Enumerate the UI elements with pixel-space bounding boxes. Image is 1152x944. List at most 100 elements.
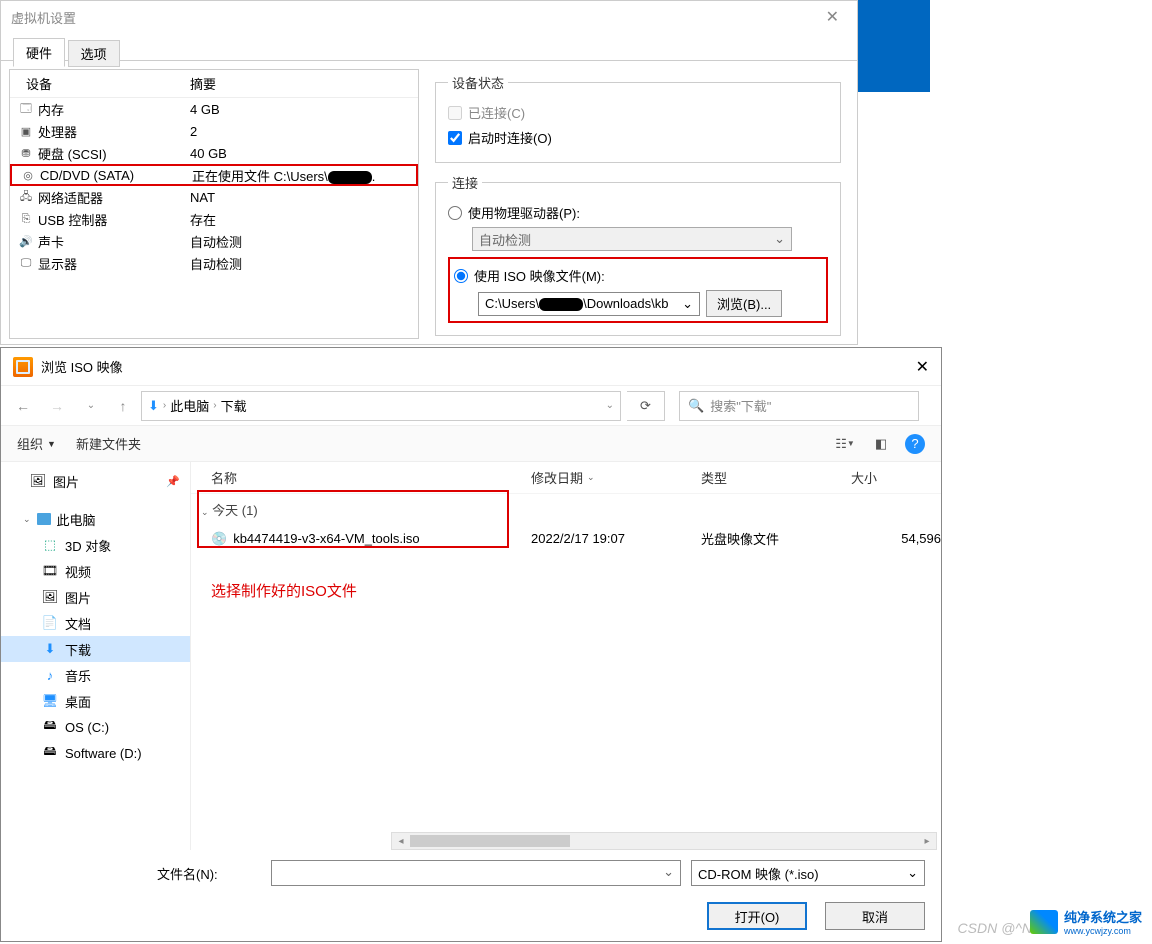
connection-group: 连接 使用物理驱动器(P): 自动检测 ⌄ 使用 ISO 映像文件(M): bbox=[435, 173, 841, 336]
scroll-left-icon[interactable]: ◂ bbox=[392, 833, 410, 849]
col-name[interactable]: 名称 bbox=[211, 468, 531, 487]
memory-icon: 🗔 bbox=[18, 101, 34, 117]
status-legend: 设备状态 bbox=[448, 73, 508, 92]
preview-pane-icon[interactable]: ◧ bbox=[869, 434, 893, 454]
col-type[interactable]: 类型 bbox=[701, 468, 851, 487]
physical-drive-select: 自动检测 ⌄ bbox=[472, 227, 792, 251]
nav-bar: ← → ⌄ ↑ ⬇ › 此电脑 › 下载 ⌄ ⟳ 🔍 搜索"下载" bbox=[1, 386, 941, 426]
col-size[interactable]: 大小 bbox=[851, 468, 941, 487]
device-row-cpu[interactable]: ▣处理器 2 bbox=[10, 120, 418, 142]
drive-icon: 🖴 bbox=[41, 745, 59, 761]
back-icon[interactable]: ← bbox=[9, 392, 37, 420]
device-status-group: 设备状态 已连接(C) 启动时连接(O) bbox=[435, 73, 841, 163]
display-icon: 🖵 bbox=[18, 255, 34, 271]
tree-documents[interactable]: 📄文档 bbox=[1, 610, 190, 636]
scrollbar-thumb[interactable] bbox=[410, 835, 570, 847]
download-folder-icon: ⬇ bbox=[148, 398, 159, 414]
brand-name: 纯净系统之家 bbox=[1064, 910, 1142, 925]
view-mode-icon[interactable]: ☷ ▼ bbox=[833, 434, 857, 454]
breadcrumb[interactable]: ⬇ › 此电脑 › 下载 ⌄ bbox=[141, 391, 621, 421]
col-modified[interactable]: 修改日期 ⌄ bbox=[531, 468, 701, 487]
tabs: 硬件 选项 bbox=[1, 33, 857, 61]
device-list: 设备 摘要 🗔内存 4 GB ▣处理器 2 ⛃硬盘 (SCSI) 40 GB ◎… bbox=[9, 69, 419, 339]
browse-title: 浏览 ISO 映像 bbox=[41, 357, 123, 376]
horizontal-scrollbar[interactable]: ◂ ▸ bbox=[391, 832, 937, 850]
refresh-button[interactable]: ⟳ bbox=[627, 391, 665, 421]
connect-on-power-row[interactable]: 启动时连接(O) bbox=[448, 125, 828, 150]
connection-legend: 连接 bbox=[448, 173, 482, 192]
search-input[interactable]: 🔍 搜索"下载" bbox=[679, 391, 919, 421]
breadcrumb-downloads[interactable]: 下载 bbox=[221, 396, 247, 415]
expand-icon[interactable]: ⌄ bbox=[23, 514, 31, 525]
pictures-icon: 🖼 bbox=[29, 473, 47, 489]
tree-pictures-quick[interactable]: 🖼图片📌 bbox=[1, 468, 190, 494]
settings-title: 虚拟机设置 bbox=[11, 8, 76, 27]
device-details: 设备状态 已连接(C) 启动时连接(O) 连接 使用物理驱动器(P): 自动检测 bbox=[427, 69, 849, 350]
connected-checkbox-row[interactable]: 已连接(C) bbox=[448, 100, 828, 125]
network-icon: 🖧 bbox=[18, 189, 34, 205]
drive-icon: 🖴 bbox=[41, 719, 59, 735]
tree-downloads[interactable]: ⬇下载 bbox=[1, 636, 190, 662]
browse-body: 🖼图片📌 ⌄此电脑 ⬚3D 对象 🎞视频 🖼图片 📄文档 ⬇下载 ♪音乐 🖥桌面… bbox=[1, 462, 941, 850]
dialog-buttons: 打开(O) 取消 bbox=[1, 896, 941, 944]
use-iso-radio-row[interactable]: 使用 ISO 映像文件(M): bbox=[454, 263, 822, 288]
tree-desktop[interactable]: 🖥桌面 bbox=[1, 688, 190, 714]
close-icon[interactable]: ✕ bbox=[916, 357, 929, 377]
chevron-right-icon[interactable]: › bbox=[163, 400, 166, 411]
tree-pictures[interactable]: 🖼图片 bbox=[1, 584, 190, 610]
cpu-icon: ▣ bbox=[18, 123, 34, 139]
filename-input[interactable] bbox=[271, 860, 681, 886]
device-row-network[interactable]: 🖧网络适配器 NAT bbox=[10, 186, 418, 208]
browse-title-bar: 浏览 ISO 映像 ✕ bbox=[1, 348, 941, 386]
sound-icon: 🔊 bbox=[18, 233, 34, 249]
device-row-sound[interactable]: 🔊声卡 自动检测 bbox=[10, 230, 418, 252]
vmware-icon bbox=[13, 357, 33, 377]
tree-software-d[interactable]: 🖴Software (D:) bbox=[1, 740, 190, 766]
use-physical-radio[interactable] bbox=[448, 206, 462, 220]
tree-music[interactable]: ♪音乐 bbox=[1, 662, 190, 688]
tab-options[interactable]: 选项 bbox=[68, 40, 120, 67]
chevron-down-icon[interactable]: ⌄ bbox=[606, 400, 614, 411]
tab-hardware[interactable]: 硬件 bbox=[13, 38, 65, 67]
tree-3d-objects[interactable]: ⬚3D 对象 bbox=[1, 532, 190, 558]
connect-on-power-checkbox[interactable] bbox=[448, 131, 462, 145]
file-list-area: 名称 修改日期 ⌄ 类型 大小 ⌄ 今天 (1) 💿kb4474419-v3-x… bbox=[191, 462, 941, 850]
search-icon: 🔍 bbox=[688, 398, 704, 414]
device-row-display[interactable]: 🖵显示器 自动检测 bbox=[10, 252, 418, 274]
cancel-button[interactable]: 取消 bbox=[825, 902, 925, 930]
documents-icon: 📄 bbox=[41, 615, 59, 631]
connected-checkbox bbox=[448, 106, 462, 120]
help-icon[interactable]: ? bbox=[905, 434, 925, 454]
toolbar: 组织 ▼ 新建文件夹 ☷ ▼ ◧ ? bbox=[1, 426, 941, 462]
iso-path-input[interactable]: C:\Users\\Downloads\kb ⌄ bbox=[478, 292, 700, 316]
tree-this-pc[interactable]: ⌄此电脑 bbox=[1, 506, 190, 532]
file-type-select[interactable]: CD-ROM 映像 (*.iso) ⌄ bbox=[691, 860, 925, 886]
close-icon[interactable]: ✕ bbox=[818, 7, 847, 27]
vm-settings-window: 虚拟机设置 ✕ 硬件 选项 设备 摘要 🗔内存 4 GB ▣处理器 2 ⛃硬盘 … bbox=[0, 0, 858, 345]
breadcrumb-this-pc[interactable]: 此电脑 bbox=[170, 396, 209, 415]
chevron-down-icon[interactable]: ⌄ bbox=[682, 296, 693, 312]
tree-os-c[interactable]: 🖴OS (C:) bbox=[1, 714, 190, 740]
device-row-hdd[interactable]: ⛃硬盘 (SCSI) 40 GB bbox=[10, 142, 418, 164]
chevron-right-icon[interactable]: › bbox=[213, 400, 216, 411]
up-icon[interactable]: ↑ bbox=[111, 392, 135, 420]
pc-icon bbox=[37, 513, 51, 525]
use-iso-radio[interactable] bbox=[454, 269, 468, 283]
device-row-usb[interactable]: ⎘USB 控制器 存在 bbox=[10, 208, 418, 230]
watermark: CSDN @^N bbox=[958, 920, 1032, 936]
device-row-cddvd[interactable]: ◎CD/DVD (SATA) 正在使用文件 C:\Users\. bbox=[10, 164, 418, 186]
filename-bar: 文件名(N): CD-ROM 映像 (*.iso) ⌄ bbox=[1, 850, 941, 896]
iso-section-highlight: 使用 ISO 映像文件(M): C:\Users\\Downloads\kb ⌄… bbox=[448, 257, 828, 323]
use-physical-radio-row[interactable]: 使用物理驱动器(P): bbox=[448, 200, 828, 225]
browse-iso-dialog: 浏览 ISO 映像 ✕ ← → ⌄ ↑ ⬇ › 此电脑 › 下载 ⌄ ⟳ 🔍 搜… bbox=[0, 347, 942, 942]
scroll-right-icon[interactable]: ▸ bbox=[918, 833, 936, 849]
organize-button[interactable]: 组织 ▼ bbox=[17, 434, 56, 453]
browse-button[interactable]: 浏览(B)... bbox=[706, 290, 782, 317]
device-row-memory[interactable]: 🗔内存 4 GB bbox=[10, 98, 418, 120]
open-button[interactable]: 打开(O) bbox=[707, 902, 807, 930]
tree-videos[interactable]: 🎞视频 bbox=[1, 558, 190, 584]
brand-badge: 纯净系统之家 www.ycwjzy.com bbox=[1030, 907, 1142, 936]
new-folder-button[interactable]: 新建文件夹 bbox=[76, 434, 141, 453]
recent-dropdown-icon[interactable]: ⌄ bbox=[77, 392, 105, 420]
brand-url: www.ycwjzy.com bbox=[1064, 926, 1142, 936]
